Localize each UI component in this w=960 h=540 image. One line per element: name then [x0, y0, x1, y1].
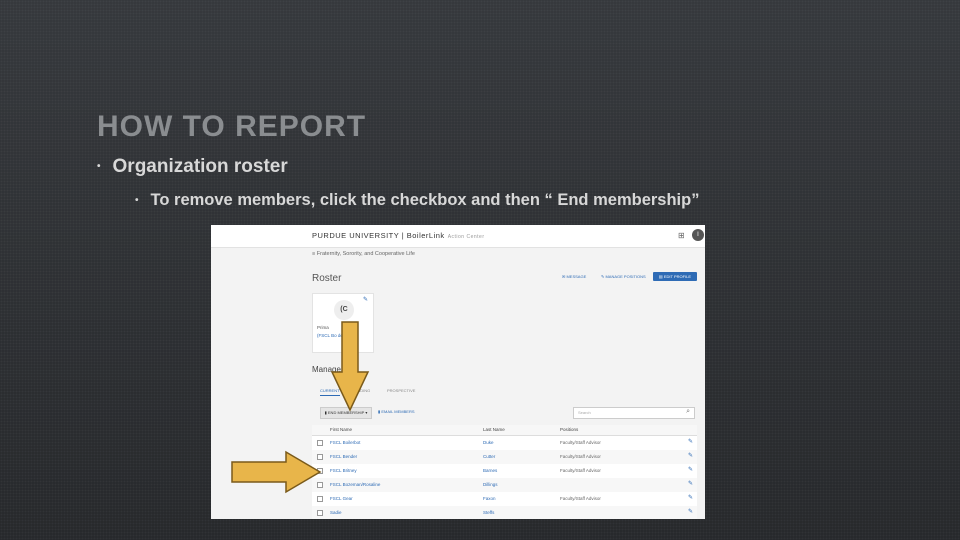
search-placeholder: Search — [578, 410, 591, 415]
edit-pencil-icon[interactable]: ✎ — [688, 452, 693, 459]
bullet-dot-icon: • — [135, 195, 139, 207]
edit-pencil-icon[interactable]: ✎ — [688, 438, 693, 445]
position: Faculty/Staff Advisor — [560, 496, 601, 501]
position: Faculty/Staff Advisor — [560, 454, 601, 459]
row-checkbox[interactable] — [317, 496, 323, 502]
last-name[interactable]: Barnes — [483, 468, 497, 473]
email-members-button[interactable]: ▮ EMAIL MEMBERS — [378, 409, 415, 414]
table-row: FSCL Bozeman/Rosaline Dillings ✎ — [312, 478, 697, 493]
search-input[interactable]: Search ⌕ — [573, 407, 695, 419]
edit-profile-button[interactable]: ▤ EDIT PROFILE — [653, 272, 697, 281]
table-row: FSCL Gear Faxon Faculty/Staff Advisor ✎ — [312, 492, 697, 507]
table-row: FSCL Bender Cutter Faculty/Staff Advisor… — [312, 450, 697, 465]
edit-pencil-icon[interactable]: ✎ — [688, 480, 693, 487]
last-name[interactable]: Faxon — [483, 496, 496, 501]
breadcrumb-text: Fraternity, Sorority, and Cooperative Li… — [316, 251, 415, 257]
first-name[interactable]: FSCL Boilerbot — [330, 440, 360, 445]
org-avatar: (C — [334, 300, 354, 320]
first-name[interactable]: FSCL Gear — [330, 496, 353, 501]
app-logo[interactable]: PURDUE UNIVERSITY | BoilerLink Action Cen… — [312, 231, 484, 240]
position: Faculty/Staff Advisor — [560, 468, 601, 473]
table-row: FSCL Boilerbot Duke Faculty/Staff Adviso… — [312, 436, 697, 451]
message-button[interactable]: ✉ MESSAGE — [562, 272, 586, 281]
tab-prospective[interactable]: PROSPECTIVE — [387, 388, 415, 393]
first-name[interactable]: FSCL Britney — [330, 468, 357, 473]
position: Faculty/Staff Advisor — [560, 440, 601, 445]
col-last-name[interactable]: Last Name — [483, 427, 505, 432]
edit-profile-label: EDIT PROFILE — [663, 274, 692, 279]
manage-positions-label: MANAGE POSITIONS — [605, 274, 646, 279]
col-positions: Positions — [560, 427, 579, 432]
right-arrow-icon — [231, 450, 322, 494]
last-name[interactable]: Duke — [483, 440, 494, 445]
bullet-organization-roster: • Organization roster — [97, 156, 288, 178]
table-row: Sadie Steffs ✎ — [312, 506, 697, 519]
apps-grid-icon[interactable]: ⊞ — [678, 231, 685, 240]
slide-title: HOW TO REPORT — [97, 110, 367, 143]
down-arrow-icon — [330, 321, 370, 412]
first-name[interactable]: Sadie — [330, 510, 342, 515]
last-name[interactable]: Dillings — [483, 482, 498, 487]
logo-subtitle: Action Center — [447, 234, 485, 240]
last-name[interactable]: Steffs — [483, 510, 494, 515]
user-avatar[interactable]: I — [692, 229, 704, 241]
first-name[interactable]: FSCL Bender — [330, 454, 357, 459]
edit-pencil-icon[interactable]: ✎ — [688, 508, 693, 515]
breadcrumb[interactable]: ≡ Fraternity, Sorority, and Cooperative … — [312, 251, 415, 257]
manage-positions-button[interactable]: ✎ MANAGE POSITIONS — [601, 272, 646, 281]
page-title: Roster — [312, 273, 342, 284]
bullet-remove-members: • To remove members, click the checkbox a… — [135, 191, 699, 210]
row-checkbox[interactable] — [317, 440, 323, 446]
col-first-name[interactable]: First Name — [330, 427, 352, 432]
first-name[interactable]: FSCL Bozeman/Rosaline — [330, 482, 380, 487]
bullet-dot-icon: • — [97, 161, 101, 173]
row-checkbox[interactable] — [317, 510, 323, 516]
edit-pencil-icon[interactable]: ✎ — [688, 466, 693, 473]
edit-pencil-icon[interactable]: ✎ — [688, 494, 693, 501]
last-name[interactable]: Cutter — [483, 454, 495, 459]
message-label: MESSAGE — [566, 274, 587, 279]
email-members-label: EMAIL MEMBERS — [381, 409, 415, 414]
search-icon[interactable]: ⌕ — [686, 408, 690, 416]
bullet-text: Organization roster — [112, 156, 288, 177]
card-role: Prima — [317, 325, 329, 330]
table-header: First Name Last Name Positions — [312, 425, 697, 436]
logo-text: PURDUE UNIVERSITY | BoilerLink — [312, 231, 445, 240]
table-row: FSCL Britney Barnes Faculty/Staff Adviso… — [312, 464, 697, 479]
bullet-text: To remove members, click the checkbox an… — [150, 191, 700, 209]
pencil-icon[interactable]: ✎ — [363, 296, 368, 303]
